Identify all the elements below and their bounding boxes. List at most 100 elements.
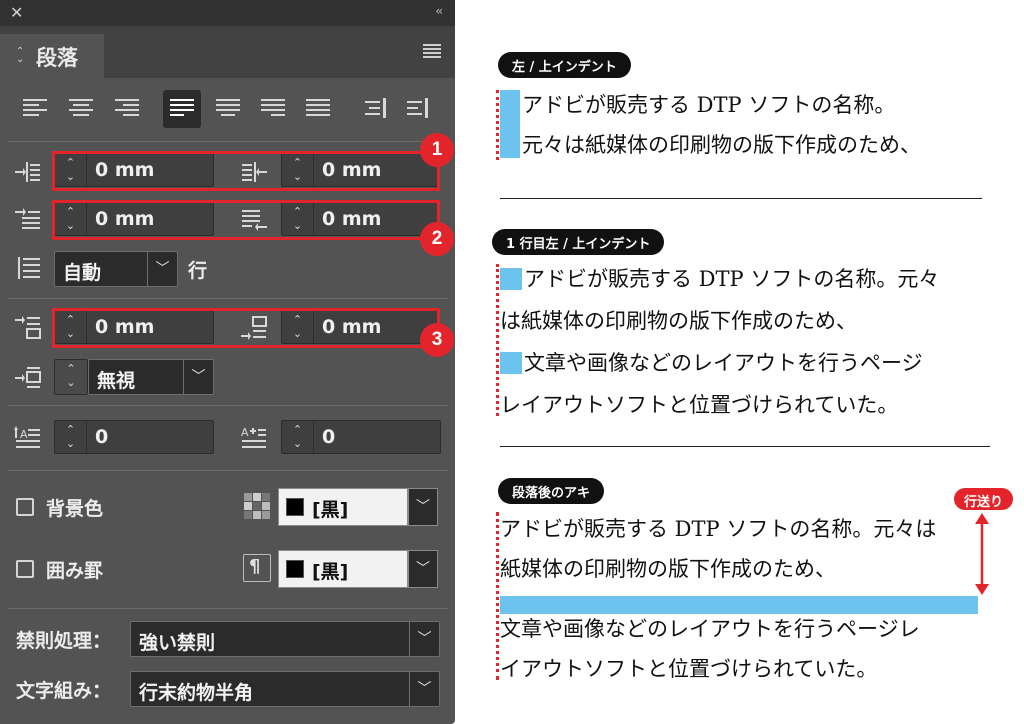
align-center-icon xyxy=(69,99,93,116)
align-away-spine-button[interactable] xyxy=(398,90,436,128)
border-color-dropdown[interactable]: [黒] ﹀ xyxy=(278,550,438,588)
leading-arrow-icon xyxy=(975,513,989,595)
first-line-indent-highlight xyxy=(500,268,522,290)
chevron-down-icon[interactable]: ﹀ xyxy=(408,550,438,588)
example-3-tag: 段落後のアキ xyxy=(498,478,605,504)
mojikumi-value: 行末約物半角 xyxy=(139,682,254,704)
color-swatch xyxy=(286,498,304,516)
kinsoku-value: 強い禁則 xyxy=(139,632,216,654)
example-1-line-2: 元々は紙媒体の印刷物の版下作成のため、 xyxy=(522,133,921,157)
divider xyxy=(8,470,448,471)
grid-align-value: 無視 xyxy=(97,370,136,392)
example-2-line-4: レイアウトソフトと位置づけられていた。 xyxy=(500,393,899,417)
example-3-line-4: イアウトソフトと位置づけられていた。 xyxy=(500,657,878,681)
align-right-button[interactable] xyxy=(108,90,146,128)
justify-left-icon xyxy=(170,99,194,116)
updown-icon: ⌃ ⌄ xyxy=(16,46,25,65)
example-2-line-1: アドビが販売する DTP ソフトの名称。元々 xyxy=(524,267,940,291)
highlight-box-3 xyxy=(52,308,440,348)
swatch-grid-icon[interactable] xyxy=(243,492,271,520)
drop-cap-chars-stepper[interactable]: ⌃ ⌄ xyxy=(282,421,314,453)
highlight-box-1 xyxy=(52,151,440,191)
shading-label: 背景色 xyxy=(46,498,104,520)
divider xyxy=(8,298,448,299)
chevron-down-icon[interactable]: ﹀ xyxy=(147,252,177,286)
hamburger-icon[interactable] xyxy=(423,44,441,60)
shading-color-dropdown[interactable]: [黒] ﹀ xyxy=(278,488,438,526)
first-line-indent-icon xyxy=(15,208,40,229)
divider xyxy=(8,608,448,609)
mojikumi-dropdown[interactable]: 行末約物半角 ﹀ xyxy=(130,671,440,707)
paragraph-panel: ✕ ‹‹ ⌃ ⌄ 段落 ⌃ ⌄ 0 mm ⌃ ⌄ 0 mm ⌃ ⌄ 0 mm ⌃… xyxy=(0,0,455,724)
kinsoku-label: 禁則処理： xyxy=(16,630,112,652)
mojikumi-label: 文字組み： xyxy=(16,680,112,702)
align-toward-spine-icon xyxy=(365,98,386,118)
grid-align-stepper-arrows[interactable]: ⌃ ⌄ xyxy=(55,360,87,392)
grid-align-stepper[interactable]: ⌃ ⌄ xyxy=(54,359,88,395)
align-right-icon xyxy=(115,99,139,116)
chevron-down-icon[interactable]: ﹀ xyxy=(409,622,439,656)
leading-value: 自動 xyxy=(63,262,102,284)
justify-all-icon xyxy=(306,99,330,116)
shading-checkbox[interactable] xyxy=(16,498,34,516)
divider xyxy=(500,446,990,447)
chevron-down-icon[interactable]: ﹀ xyxy=(183,360,213,394)
collapse-icon[interactable]: ‹‹ xyxy=(435,4,442,18)
space-before-icon xyxy=(15,316,41,339)
align-center-button[interactable] xyxy=(62,90,100,128)
tab-paragraph-label: 段落 xyxy=(36,46,78,70)
border-color-value: [黒] xyxy=(312,561,349,583)
align-to-grid-icon xyxy=(15,367,41,388)
divider xyxy=(8,141,448,142)
left-indent-icon xyxy=(15,162,40,182)
left-indent-highlight xyxy=(500,90,520,158)
panel-tabstrip: ⌃ ⌄ 段落 xyxy=(0,26,455,78)
svg-text:A: A xyxy=(241,426,249,439)
justify-all-button[interactable] xyxy=(299,90,337,128)
divider xyxy=(8,405,448,406)
divider xyxy=(500,198,982,199)
example-1-tag: 左 / 上インデント xyxy=(498,52,631,78)
highlight-box-2 xyxy=(52,200,440,240)
example-2-line-2: は紙媒体の印刷物の版下作成のため、 xyxy=(500,309,857,333)
align-left-icon xyxy=(23,99,47,116)
grid-align-dropdown[interactable]: 無視 ﹀ xyxy=(88,359,214,395)
tab-paragraph[interactable]: ⌃ ⌄ 段落 xyxy=(0,34,104,78)
shading-color-value: [黒] xyxy=(312,499,349,521)
example-2-line-3: 文章や画像などのレイアウトを行うページ xyxy=(524,351,923,375)
justify-right-icon xyxy=(261,99,285,116)
chevron-down-icon[interactable]: ﹀ xyxy=(409,672,439,706)
callout-number-2: 2 xyxy=(420,222,454,256)
drop-cap-chars-field[interactable]: ⌃ ⌄ 0 xyxy=(281,420,441,454)
example-3-line-3: 文章や画像などのレイアウトを行うページレ xyxy=(500,617,920,641)
drop-cap-chars-value: 0 xyxy=(322,426,336,448)
justify-left-button[interactable] xyxy=(163,90,201,128)
drop-cap-lines-stepper[interactable]: ⌃ ⌄ xyxy=(55,421,87,453)
alignment-buttons xyxy=(0,90,455,130)
kinsoku-dropdown[interactable]: 強い禁則 ﹀ xyxy=(130,621,440,657)
justify-center-button[interactable] xyxy=(209,90,247,128)
example-1-line-1: アドビが販売する DTP ソフトの名称。 xyxy=(522,93,896,117)
leading-tag: 行送り xyxy=(954,488,1014,510)
close-icon[interactable]: ✕ xyxy=(10,3,23,22)
drop-cap-lines-field[interactable]: ⌃ ⌄ 0 xyxy=(54,420,214,454)
drop-cap-chars-icon: A xyxy=(241,426,266,448)
callout-number-1: 1 xyxy=(420,133,454,167)
leading-dropdown[interactable]: 自動 ﹀ xyxy=(54,251,178,287)
pilcrow-icon[interactable]: ¶ xyxy=(243,554,271,582)
align-toward-spine-button[interactable] xyxy=(356,90,394,128)
chevron-down-icon[interactable]: ﹀ xyxy=(408,488,438,526)
align-away-spine-icon xyxy=(407,98,428,118)
leading-icon xyxy=(18,257,40,279)
margin-guide xyxy=(496,90,499,160)
drop-cap-lines-value: 0 xyxy=(95,426,109,448)
svg-text:A: A xyxy=(20,428,28,441)
border-checkbox[interactable] xyxy=(16,560,34,578)
leading-unit-label: 行 xyxy=(188,260,208,282)
example-3-line-1: アドビが販売する DTP ソフトの名称。元々は xyxy=(500,517,937,541)
justify-right-button[interactable] xyxy=(254,90,292,128)
align-left-button[interactable] xyxy=(16,90,54,128)
first-line-indent-highlight xyxy=(500,352,522,374)
panel-titlebar: ✕ ‹‹ xyxy=(0,0,455,26)
example-3-line-2: 紙媒体の印刷物の版下作成のため、 xyxy=(500,557,836,581)
